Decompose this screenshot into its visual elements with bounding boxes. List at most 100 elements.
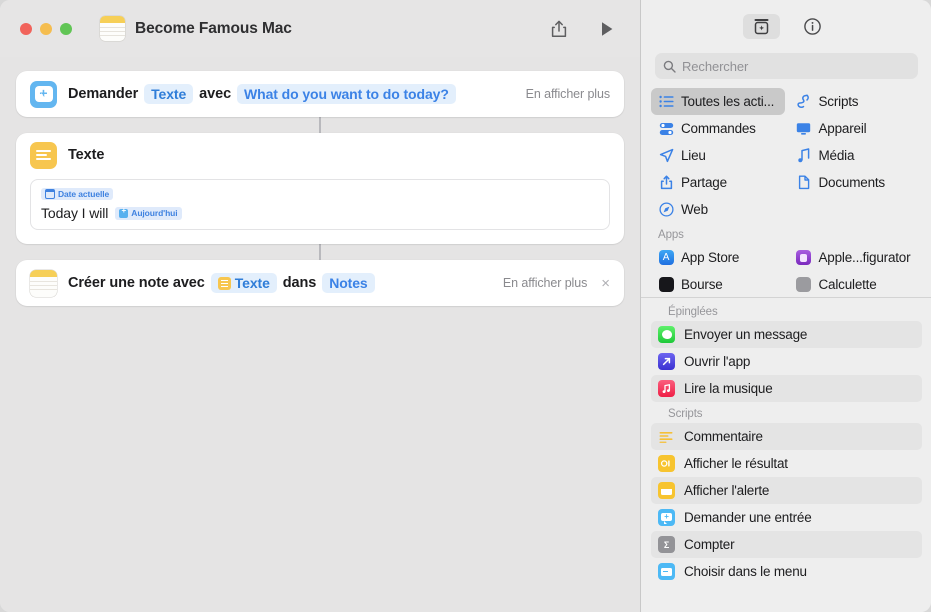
text-field-line: Today I will Aujourd'hui xyxy=(41,205,599,221)
calculator-icon xyxy=(796,277,812,293)
category-label: Média xyxy=(818,148,855,163)
play-icon[interactable] xyxy=(596,18,618,40)
list-item-choose-menu[interactable]: Choisir dans le menu xyxy=(651,558,922,585)
action-text: Demander Texte avec What do you want to … xyxy=(68,84,456,104)
action-connector-word: dans xyxy=(282,275,317,291)
action-card-create-note[interactable]: Créer une note avec Texte dans Notes En … xyxy=(16,260,624,306)
share-icon[interactable] xyxy=(548,18,570,40)
category-label: Commandes xyxy=(681,121,756,136)
action-library-icon[interactable] xyxy=(742,14,780,39)
library-toolbar xyxy=(641,0,931,53)
zoom-window-button[interactable] xyxy=(60,22,72,35)
list-item-send-message[interactable]: Envoyer un message xyxy=(651,321,922,348)
list-item-ask-input[interactable]: + Demander une entrée xyxy=(651,504,922,531)
notes-app-icon xyxy=(30,269,57,297)
web-icon xyxy=(658,202,674,218)
location-icon xyxy=(658,148,674,164)
action-connector-word: avec xyxy=(199,86,232,102)
list-item-open-app[interactable]: Ouvrir l'app xyxy=(651,348,922,375)
apps-grid: A App Store Apple...figurator Bourse Cal… xyxy=(651,244,922,298)
action-connector-line xyxy=(319,244,321,260)
show-more-button[interactable]: En afficher plus xyxy=(526,87,610,101)
info-circle-icon[interactable] xyxy=(794,14,831,39)
pinned-section-label: Épinglées xyxy=(668,306,718,318)
category-scroll-region[interactable]: Toutes les acti... Scripts Commandes App… xyxy=(641,88,931,300)
action-card-ask[interactable]: Demander Texte avec What do you want to … xyxy=(16,71,624,117)
app-item-calculator[interactable]: Calculette xyxy=(789,271,923,298)
share-icon xyxy=(658,175,674,191)
device-icon xyxy=(796,121,812,137)
scripts-section-label: Scripts xyxy=(668,408,703,420)
action-connector-line xyxy=(319,117,321,133)
list-item-label: Lire la musique xyxy=(684,381,773,396)
parameter-token-folder[interactable]: Notes xyxy=(322,273,375,293)
apps-section-label: Apps xyxy=(658,229,684,241)
category-device[interactable]: Appareil xyxy=(789,115,923,142)
action-verb: Demander xyxy=(68,86,139,102)
scripts-icon xyxy=(796,94,812,110)
ask-for-input-icon xyxy=(30,80,57,108)
list-item-play-music[interactable]: Lire la musique xyxy=(651,375,922,402)
text-action-icon xyxy=(30,141,57,169)
list-item-count[interactable]: Σ Compter xyxy=(651,531,922,558)
category-all-actions[interactable]: Toutes les acti... xyxy=(651,88,785,115)
category-web[interactable]: Web xyxy=(651,196,785,223)
list-icon xyxy=(658,94,674,110)
category-commands[interactable]: Commandes xyxy=(651,115,785,142)
category-grid: Toutes les acti... Scripts Commandes App… xyxy=(651,88,922,223)
parameter-token-prompt[interactable]: What do you want to do today? xyxy=(237,84,456,104)
category-media[interactable]: Média xyxy=(789,142,923,169)
category-location[interactable]: Lieu xyxy=(651,142,785,169)
text-token-icon xyxy=(217,276,231,290)
list-item-show-result[interactable]: Afficher le résultat xyxy=(651,450,922,477)
list-item-label: Demander une entrée xyxy=(684,510,812,525)
open-app-icon xyxy=(658,353,675,370)
parameter-token-text[interactable]: Texte xyxy=(210,273,277,293)
scroll-divider xyxy=(641,297,931,298)
app-label: App Store xyxy=(681,250,740,265)
app-item-apple-configurator[interactable]: Apple...figurator xyxy=(789,244,923,271)
category-sharing[interactable]: Partage xyxy=(651,169,785,196)
search-icon xyxy=(663,60,676,73)
token-label: Aujourd'hui xyxy=(131,208,178,218)
variable-icon xyxy=(119,206,129,218)
close-icon[interactable]: × xyxy=(601,276,610,291)
actions-list[interactable]: Épinglées Envoyer un message Ouvrir l'ap… xyxy=(641,300,931,612)
app-item-app-store[interactable]: A App Store xyxy=(651,244,785,271)
show-more-button[interactable]: En afficher plus xyxy=(503,276,587,290)
list-item-label: Afficher l'alerte xyxy=(684,483,770,498)
badge-label: Date actuelle xyxy=(58,189,110,199)
category-label: Appareil xyxy=(818,121,867,136)
parameter-token-type[interactable]: Texte xyxy=(144,84,194,104)
action-card-text[interactable]: Texte Date actuelle Today I will Aujourd… xyxy=(16,133,624,244)
choose-menu-icon xyxy=(658,563,675,580)
category-label: Documents xyxy=(818,175,886,190)
list-item-label: Afficher le résultat xyxy=(684,456,788,471)
list-item-label: Envoyer un message xyxy=(684,327,808,342)
messages-icon xyxy=(658,326,675,343)
editor-pane: Become Famous Mac + Demander Texte avec … xyxy=(0,0,640,612)
list-item-label: Commentaire xyxy=(684,429,763,444)
media-icon xyxy=(796,148,812,164)
minimize-window-button[interactable] xyxy=(40,22,52,35)
category-label: Lieu xyxy=(681,148,706,163)
action-title: Texte xyxy=(68,147,105,163)
traffic-lights xyxy=(20,22,72,35)
text-input-field[interactable]: Date actuelle Today I will Aujourd'hui xyxy=(30,179,610,230)
search-input[interactable]: Rechercher xyxy=(655,53,918,79)
page-title: Become Famous Mac xyxy=(135,19,292,37)
list-item-show-alert[interactable]: Afficher l'alerte xyxy=(651,477,922,504)
show-alert-icon xyxy=(658,482,675,499)
category-scripts[interactable]: Scripts xyxy=(789,88,923,115)
close-window-button[interactable] xyxy=(20,22,32,35)
notes-document-icon xyxy=(100,16,125,41)
text-lines-icon xyxy=(36,149,51,162)
list-item-comment[interactable]: Commentaire xyxy=(651,423,922,450)
action-text: Créer une note avec Texte dans Notes xyxy=(68,273,375,293)
app-item-stocks[interactable]: Bourse xyxy=(651,271,785,298)
category-documents[interactable]: Documents xyxy=(789,169,923,196)
category-label: Toutes les acti... xyxy=(681,94,775,109)
music-icon xyxy=(658,380,675,397)
variable-token-today[interactable]: Aujourd'hui xyxy=(115,206,182,220)
category-label: Scripts xyxy=(818,94,859,109)
